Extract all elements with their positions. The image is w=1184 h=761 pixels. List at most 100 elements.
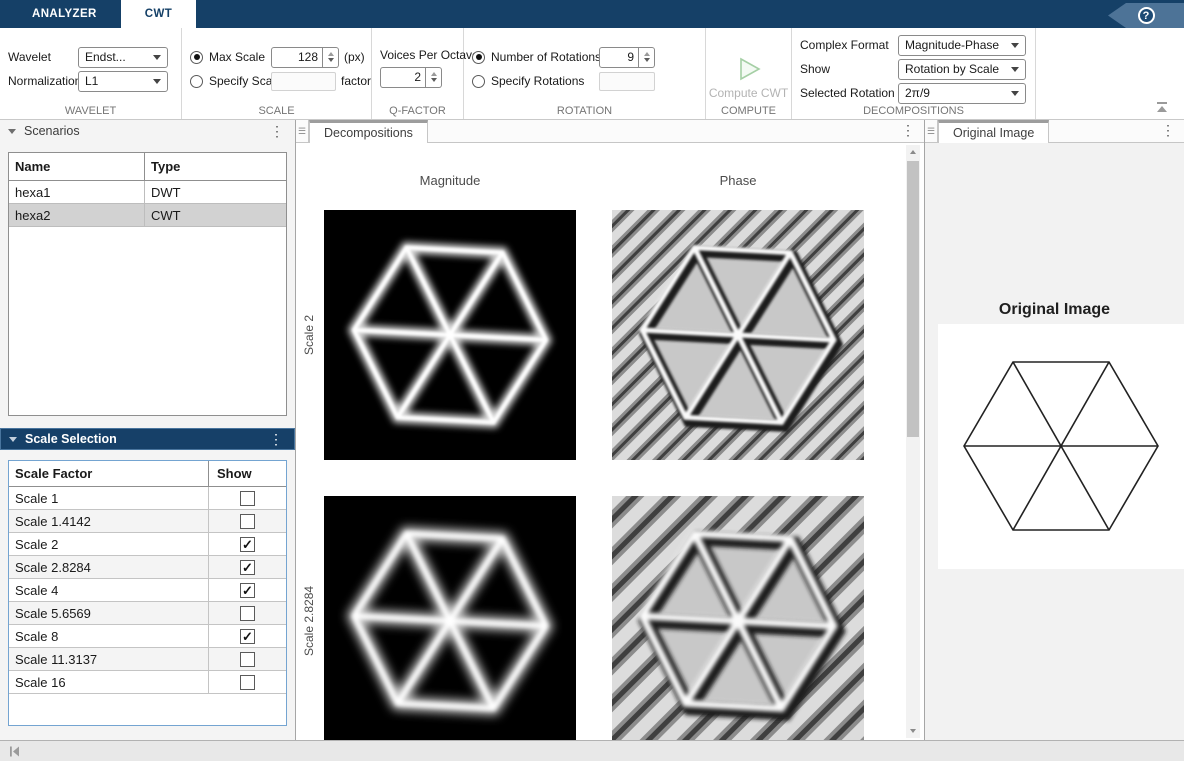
- tab-cwt[interactable]: CWT: [121, 0, 196, 28]
- number-of-rotations-radio[interactable]: [472, 51, 485, 64]
- selected-rotation-dropdown[interactable]: 2π/9: [898, 83, 1026, 104]
- help-icon[interactable]: ?: [1138, 7, 1155, 24]
- number-of-rotations-label: Number of Rotations: [491, 50, 599, 64]
- complex-format-value: Magnitude-Phase: [905, 38, 999, 52]
- number-of-rotations-spinner[interactable]: 9: [599, 47, 655, 68]
- scale-show-cell: [209, 491, 286, 506]
- scale-row[interactable]: Scale 5.6569: [9, 602, 286, 625]
- collapse-arrow-icon[interactable]: [8, 129, 16, 134]
- voices-per-octave-spinner[interactable]: 2: [380, 67, 442, 88]
- show-value: Rotation by Scale: [905, 62, 999, 76]
- scale-show-cell: [209, 675, 286, 690]
- show-label: Show: [800, 62, 898, 76]
- specify-rotations-field[interactable]: [599, 72, 655, 91]
- decompositions-panel: ☰ Decompositions ⋮ Magnitude Phase Scale…: [296, 120, 925, 740]
- play-icon: [735, 56, 763, 82]
- collapse-arrow-icon[interactable]: [9, 437, 17, 442]
- scroll-up-icon[interactable]: [906, 145, 920, 159]
- show-checkbox[interactable]: [240, 652, 255, 667]
- show-checkbox[interactable]: [240, 491, 255, 506]
- scenario-row[interactable]: hexa2CWT: [9, 204, 286, 227]
- tab-decompositions[interactable]: Decompositions: [309, 120, 428, 143]
- scale-factor-cell: Scale 4: [9, 579, 209, 601]
- complex-format-label: Complex Format: [800, 38, 898, 52]
- wavelet-dropdown[interactable]: Endst...: [78, 47, 168, 68]
- scale-row[interactable]: Scale 2.8284 ✓: [9, 556, 286, 579]
- compute-cwt-label: Compute CWT: [709, 86, 788, 100]
- specify-scales-field[interactable]: [271, 72, 336, 91]
- scale-factor-cell: Scale 1.4142: [9, 510, 209, 532]
- specify-rotations-label: Specify Rotations: [491, 74, 599, 88]
- original-image-title: Original Image: [925, 301, 1184, 319]
- scenarios-panel-header[interactable]: Scenarios ⋮: [0, 120, 295, 142]
- magnitude-image-scale-2: [324, 210, 576, 460]
- scale-row[interactable]: Scale 11.3137: [9, 648, 286, 671]
- scale-col-show: Show: [209, 466, 286, 481]
- original-image-tabbar: ☰ Original Image ⋮: [925, 120, 1184, 143]
- max-scale-spinner[interactable]: 128: [271, 47, 339, 68]
- vertical-scrollbar[interactable]: [906, 145, 920, 738]
- show-checkbox[interactable]: ✓: [240, 629, 255, 644]
- phase-column-header: Phase: [612, 173, 864, 188]
- scenario-row[interactable]: hexa1DWT: [9, 181, 286, 204]
- collapse-toolstrip-icon[interactable]: [1154, 101, 1170, 113]
- scale-show-cell: ✓: [209, 560, 286, 575]
- section-scale: Max Scale 128 (px) Specify Scales factor…: [182, 28, 372, 119]
- section-label-scale: SCALE: [182, 105, 371, 117]
- scale-col-factor: Scale Factor: [9, 461, 209, 486]
- kebab-menu-icon[interactable]: ⋮: [1158, 123, 1178, 137]
- normalization-dropdown-value: L1: [85, 74, 98, 88]
- decompositions-content: Magnitude Phase Scale 2 Scale 2.8284: [296, 143, 924, 740]
- show-checkbox[interactable]: [240, 675, 255, 690]
- show-checkbox[interactable]: ✓: [240, 537, 255, 552]
- specify-rotations-radio[interactable]: [472, 75, 485, 88]
- splitter-grip-icon[interactable]: ☰: [925, 120, 938, 142]
- show-checkbox[interactable]: [240, 514, 255, 529]
- original-image-figure: [938, 324, 1184, 569]
- scenarios-table: Name Type hexa1DWThexa2CWT: [8, 152, 287, 416]
- scale-selection-panel-header[interactable]: Scale Selection ⋮: [0, 428, 295, 450]
- compute-cwt-button[interactable]: Compute CWT: [706, 46, 791, 110]
- specify-scales-radio[interactable]: [190, 75, 203, 88]
- scale-row[interactable]: Scale 2✓: [9, 533, 286, 556]
- voices-per-octave-value[interactable]: 2: [380, 67, 426, 88]
- tab-analyzer[interactable]: ANALYZER: [8, 0, 121, 28]
- scale-row[interactable]: Scale 1: [9, 487, 286, 510]
- show-checkbox[interactable]: ✓: [240, 583, 255, 598]
- scale-row[interactable]: Scale 4 ✓: [9, 579, 286, 602]
- normalization-dropdown[interactable]: L1: [78, 71, 168, 92]
- scale-row[interactable]: Scale 16: [9, 671, 286, 694]
- show-checkbox[interactable]: [240, 606, 255, 621]
- show-dropdown[interactable]: Rotation by Scale: [898, 59, 1026, 80]
- decompositions-tabbar: ☰ Decompositions ⋮: [296, 120, 924, 143]
- number-of-rotations-value[interactable]: 9: [599, 47, 639, 68]
- max-scale-value[interactable]: 128: [271, 47, 323, 68]
- scale-row[interactable]: Scale 8✓: [9, 625, 286, 648]
- factor-label: factor: [341, 74, 371, 88]
- chevron-down-icon: [1011, 91, 1019, 96]
- max-scale-radio[interactable]: [190, 51, 203, 64]
- collapse-left-icon[interactable]: [8, 745, 21, 758]
- selected-rotation-label: Selected Rotation: [800, 86, 898, 100]
- show-checkbox[interactable]: ✓: [240, 560, 255, 575]
- scale-row[interactable]: Scale 1.4142: [9, 510, 286, 533]
- section-empty: [1036, 28, 1184, 119]
- scenario-name-cell: hexa2: [9, 204, 145, 226]
- selected-rotation-value: 2π/9: [905, 86, 930, 100]
- app-toolstrip-tabbar: ANALYZER CWT ?: [0, 0, 1184, 28]
- splitter-grip-icon[interactable]: ☰: [296, 120, 309, 142]
- scale-factor-cell: Scale 16: [9, 671, 209, 693]
- scenarios-panel-title: Scenarios: [24, 124, 267, 138]
- scrollbar-thumb[interactable]: [907, 161, 919, 437]
- kebab-menu-icon[interactable]: ⋮: [898, 123, 918, 137]
- scale-show-cell: [209, 652, 286, 667]
- scale-factor-cell: Scale 2.8284: [9, 556, 209, 578]
- scale-show-cell: ✓: [209, 629, 286, 644]
- help-banner[interactable]: ?: [1108, 3, 1184, 28]
- scroll-down-icon[interactable]: [906, 724, 920, 738]
- kebab-menu-icon[interactable]: ⋮: [266, 432, 286, 446]
- normalization-label: Normalization: [8, 74, 78, 88]
- kebab-menu-icon[interactable]: ⋮: [267, 124, 287, 138]
- tab-original-image[interactable]: Original Image: [938, 120, 1049, 143]
- complex-format-dropdown[interactable]: Magnitude-Phase: [898, 35, 1026, 56]
